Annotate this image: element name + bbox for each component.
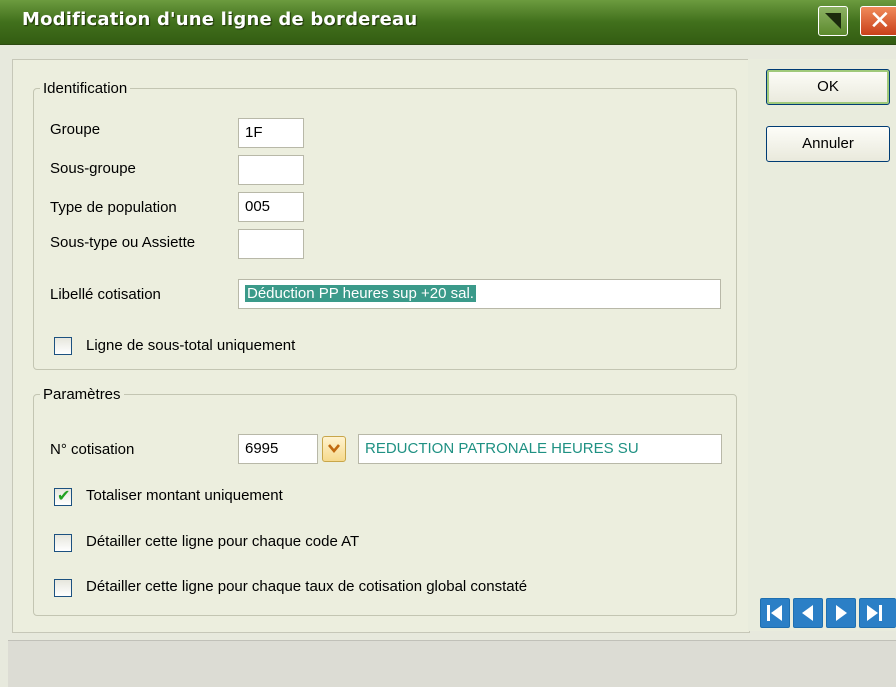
next-record-icon: [836, 605, 847, 621]
window-menu-button[interactable]: [818, 6, 848, 36]
status-bar: [8, 640, 896, 687]
totaliser-label[interactable]: Totaliser montant uniquement: [86, 487, 283, 504]
cotisation-description: REDUCTION PATRONALE HEURES SU: [358, 434, 722, 464]
groupe-input[interactable]: 1F: [238, 118, 304, 148]
detailler-at-checkbox[interactable]: [54, 534, 72, 552]
libelle-input[interactable]: Déduction PP heures sup +20 sal.: [238, 279, 721, 309]
first-record-button[interactable]: [760, 598, 790, 628]
type-population-input[interactable]: 005: [238, 192, 304, 222]
annuler-button[interactable]: Annuler: [766, 126, 890, 162]
close-button[interactable]: ✕: [860, 6, 896, 36]
cotisation-label: N° cotisation: [50, 441, 135, 458]
previous-record-button[interactable]: [793, 598, 823, 628]
identification-group: Identification: [33, 80, 737, 370]
sous-groupe-input[interactable]: [238, 155, 304, 185]
cotisation-dropdown-button[interactable]: [322, 436, 346, 462]
sous-type-input[interactable]: [238, 229, 304, 259]
check-icon: ✔: [57, 486, 71, 505]
detailler-taux-label[interactable]: Détailler cette ligne pour chaque taux d…: [86, 578, 527, 595]
close-icon: ✕: [869, 6, 891, 36]
window-title: Modification d'une ligne de bordereau: [22, 9, 418, 30]
libelle-selected-text: Déduction PP heures sup +20 sal.: [245, 285, 476, 302]
sous-type-label: Sous-type ou Assiette: [50, 234, 196, 251]
last-record-icon: [867, 605, 882, 621]
libelle-label: Libellé cotisation: [50, 286, 161, 303]
detailler-at-label[interactable]: Détailler cette ligne pour chaque code A…: [86, 533, 359, 550]
parametres-legend: Paramètres: [43, 386, 121, 403]
next-record-button[interactable]: [826, 598, 856, 628]
chevron-down-icon: [328, 444, 340, 454]
first-record-icon: [767, 605, 782, 621]
detailler-taux-checkbox[interactable]: [54, 579, 72, 597]
window-menu-icon: [825, 13, 841, 29]
identification-legend: Identification: [43, 80, 128, 97]
last-record-button[interactable]: [859, 598, 896, 628]
sous-total-checkbox[interactable]: [54, 337, 72, 355]
cotisation-input[interactable]: 6995: [238, 434, 318, 464]
previous-record-icon: [802, 605, 813, 621]
type-population-label: Type de population: [50, 199, 177, 216]
groupe-label: Groupe: [50, 121, 101, 138]
ok-button[interactable]: OK: [766, 69, 890, 105]
totaliser-checkbox[interactable]: ✔: [54, 486, 72, 506]
sous-groupe-label: Sous-groupe: [50, 160, 136, 177]
title-bar[interactable]: Modification d'une ligne de bordereau ✕: [0, 0, 896, 45]
sous-total-label[interactable]: Ligne de sous-total uniquement: [86, 337, 295, 354]
